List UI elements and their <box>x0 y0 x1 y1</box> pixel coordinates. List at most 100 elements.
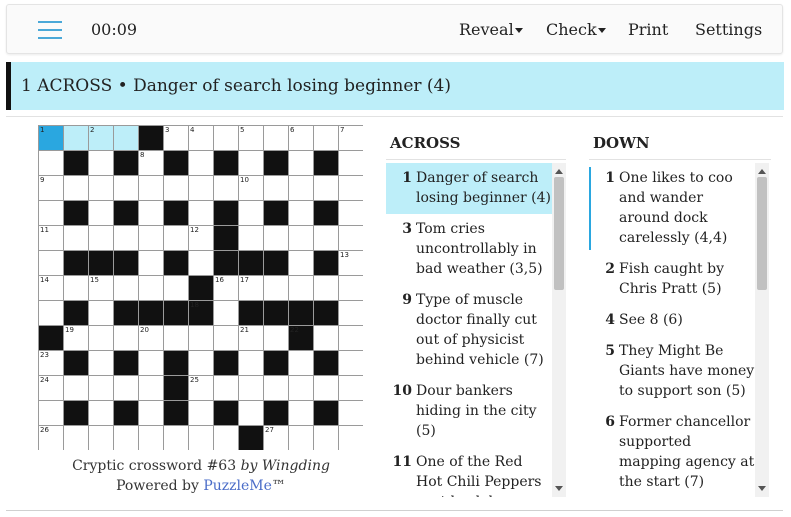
grid-cell[interactable] <box>64 426 88 450</box>
grid-cell[interactable] <box>289 251 313 275</box>
grid-cell[interactable] <box>239 401 263 425</box>
grid-cell[interactable] <box>289 401 313 425</box>
grid-cell[interactable] <box>139 376 163 400</box>
grid-cell[interactable] <box>139 401 163 425</box>
print-button[interactable]: Print <box>628 20 668 39</box>
puzzleme-link[interactable]: PuzzleMe <box>203 478 272 494</box>
grid-cell[interactable] <box>164 226 188 250</box>
grid-cell[interactable]: 17 <box>239 276 263 300</box>
grid-cell[interactable] <box>289 201 313 225</box>
grid-cell[interactable] <box>39 401 63 425</box>
grid-cell[interactable] <box>264 276 288 300</box>
grid-cell[interactable]: 7 <box>339 126 363 150</box>
grid-cell[interactable] <box>339 326 363 350</box>
across-clue-item[interactable]: 11One of the Red Hot Chili Peppers sent … <box>386 447 552 497</box>
grid-cell[interactable]: 11 <box>39 226 63 250</box>
scroll-up-icon[interactable] <box>555 169 563 174</box>
grid-cell[interactable] <box>139 226 163 250</box>
grid-cell[interactable] <box>339 351 363 375</box>
grid-cell[interactable]: 14 <box>39 276 63 300</box>
grid-cell[interactable]: 15 <box>89 276 113 300</box>
grid-cell[interactable] <box>114 176 138 200</box>
grid-cell[interactable]: 13 <box>339 251 363 275</box>
grid-cell[interactable] <box>239 226 263 250</box>
grid-cell[interactable] <box>314 426 338 450</box>
scroll-down-icon[interactable] <box>758 486 766 491</box>
grid-cell[interactable] <box>139 276 163 300</box>
grid-cell[interactable] <box>264 226 288 250</box>
grid-cell[interactable] <box>314 326 338 350</box>
across-scrollbar[interactable] <box>552 163 566 497</box>
down-clue-item[interactable]: 6 Former chancellor supported mapping age… <box>589 407 755 497</box>
grid-cell[interactable] <box>189 426 213 450</box>
grid-cell[interactable] <box>139 251 163 275</box>
down-clue-item[interactable]: 5 They Might Be Giants have money to supp… <box>589 336 755 407</box>
grid-cell[interactable] <box>89 176 113 200</box>
grid-cell[interactable]: 19 <box>64 326 88 350</box>
down-clue-item[interactable]: 4 See 8 (6) <box>589 305 755 336</box>
grid-cell[interactable] <box>339 376 363 400</box>
grid-cell[interactable] <box>339 426 363 450</box>
grid-cell[interactable]: 2 <box>89 126 113 150</box>
scrollbar-thumb[interactable] <box>554 177 564 290</box>
grid-cell[interactable] <box>114 126 138 150</box>
grid-cell[interactable] <box>189 151 213 175</box>
grid-cell[interactable] <box>164 326 188 350</box>
grid-cell[interactable] <box>89 301 113 325</box>
grid-cell[interactable] <box>64 126 88 150</box>
settings-button[interactable]: Settings <box>695 20 762 39</box>
grid-cell[interactable] <box>89 226 113 250</box>
grid-cell[interactable]: 4 <box>189 126 213 150</box>
reveal-button[interactable]: Reveal <box>459 20 523 39</box>
grid-cell[interactable]: 25 <box>189 376 213 400</box>
scrollbar-thumb[interactable] <box>757 177 767 290</box>
grid-cell[interactable] <box>139 176 163 200</box>
across-clue-item[interactable]: 10 Dour bankers hiding in the city (5) <box>386 376 552 447</box>
grid-cell[interactable] <box>214 301 238 325</box>
scroll-down-icon[interactable] <box>555 486 563 491</box>
grid-cell[interactable] <box>339 201 363 225</box>
grid-cell[interactable] <box>39 301 63 325</box>
hamburger-menu-icon[interactable] <box>38 21 62 39</box>
across-clue-item[interactable]: 9 Type of muscle doctor finally cut out o… <box>386 285 552 376</box>
grid-cell[interactable] <box>314 126 338 150</box>
across-clue-item[interactable]: 1 Danger of search losing beginner (4) <box>386 163 552 214</box>
grid-cell[interactable] <box>264 326 288 350</box>
grid-cell[interactable] <box>289 376 313 400</box>
down-clue-item[interactable]: 2 Fish caught by Chris Pratt (5) <box>589 254 755 305</box>
grid-cell[interactable]: 20 <box>139 326 163 350</box>
scroll-up-icon[interactable] <box>758 169 766 174</box>
grid-cell[interactable] <box>264 176 288 200</box>
grid-cell[interactable] <box>139 426 163 450</box>
grid-cell[interactable] <box>189 251 213 275</box>
grid-cell[interactable] <box>89 326 113 350</box>
grid-cell[interactable]: 10 <box>239 176 263 200</box>
grid-cell[interactable] <box>214 126 238 150</box>
grid-cell[interactable] <box>239 351 263 375</box>
grid-cell[interactable]: 9 <box>39 176 63 200</box>
grid-cell[interactable] <box>339 151 363 175</box>
down-clue-item[interactable]: 1 One likes to coo and wander around dock… <box>589 163 755 254</box>
grid-cell[interactable] <box>289 226 313 250</box>
grid-cell[interactable] <box>289 276 313 300</box>
grid-cell[interactable]: 16 <box>214 276 238 300</box>
grid-cell[interactable] <box>264 126 288 150</box>
grid-cell[interactable] <box>64 376 88 400</box>
grid-cell[interactable] <box>189 351 213 375</box>
grid-cell[interactable] <box>214 426 238 450</box>
grid-cell[interactable] <box>314 276 338 300</box>
grid-cell[interactable] <box>189 401 213 425</box>
grid-cell[interactable] <box>214 326 238 350</box>
grid-cell[interactable] <box>339 301 363 325</box>
down-scrollbar[interactable] <box>755 163 769 497</box>
grid-cell[interactable]: 3 <box>164 126 188 150</box>
grid-cell[interactable] <box>189 176 213 200</box>
grid-cell[interactable] <box>289 151 313 175</box>
grid-cell[interactable] <box>114 326 138 350</box>
grid-cell[interactable] <box>164 176 188 200</box>
grid-cell[interactable] <box>89 351 113 375</box>
grid-cell[interactable] <box>164 426 188 450</box>
grid-cell[interactable]: 1 <box>39 126 63 150</box>
grid-cell[interactable] <box>164 276 188 300</box>
grid-cell[interactable] <box>239 376 263 400</box>
